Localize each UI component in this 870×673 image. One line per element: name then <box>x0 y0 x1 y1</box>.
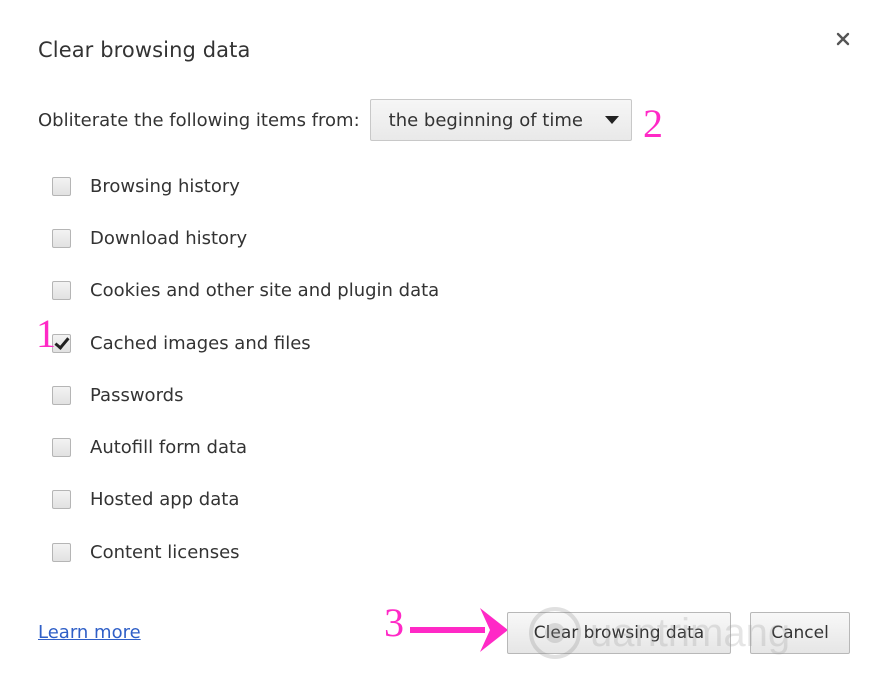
close-icon[interactable] <box>830 26 856 52</box>
chevron-down-icon <box>604 116 619 124</box>
data-type-checklist: Browsing history Download history Cookie… <box>52 160 439 578</box>
checkbox-row-hosted-app-data[interactable]: Hosted app data <box>52 474 439 526</box>
arrow-right-icon <box>400 600 510 664</box>
checkbox-hosted-app-data[interactable] <box>52 490 71 510</box>
checkbox-row-cookies[interactable]: Cookies and other site and plugin data <box>52 265 439 317</box>
time-range-label: Obliterate the following items from: <box>38 109 360 131</box>
clear-browsing-data-button[interactable]: Clear browsing data <box>507 612 731 654</box>
checkbox-row-download-history[interactable]: Download history <box>52 212 439 264</box>
checkbox-autofill[interactable] <box>52 438 71 458</box>
annotation-step-1: 1 <box>36 311 56 356</box>
checkbox-row-passwords[interactable]: Passwords <box>52 369 439 421</box>
clear-browsing-data-dialog: Clear browsing data Obliterate the follo… <box>0 0 870 673</box>
checkbox-download-history[interactable] <box>52 228 71 248</box>
checkbox-row-browsing-history[interactable]: Browsing history <box>52 160 439 212</box>
checkbox-label: Autofill form data <box>90 437 248 459</box>
checkbox-row-cached-images[interactable]: Cached images and files <box>52 317 439 369</box>
dialog-title: Clear browsing data <box>38 38 251 62</box>
learn-more-link[interactable]: Learn more <box>38 622 141 643</box>
time-range-row: Obliterate the following items from: the… <box>38 98 632 142</box>
checkbox-label: Content licenses <box>90 541 240 563</box>
checkbox-label: Cached images and files <box>90 332 311 354</box>
checkbox-row-content-licenses[interactable]: Content licenses <box>52 526 439 578</box>
checkbox-row-autofill[interactable]: Autofill form data <box>52 421 439 473</box>
checkbox-cookies[interactable] <box>52 281 71 301</box>
checkbox-content-licenses[interactable] <box>52 542 71 562</box>
checkbox-label: Passwords <box>90 384 184 406</box>
checkbox-label: Browsing history <box>90 175 240 197</box>
time-range-select[interactable]: the beginning of time <box>369 99 632 141</box>
cancel-button[interactable]: Cancel <box>750 612 850 654</box>
checkbox-passwords[interactable] <box>52 385 71 405</box>
checkbox-label: Download history <box>90 227 248 249</box>
checkbox-label: Hosted app data <box>90 489 240 511</box>
checkbox-browsing-history[interactable] <box>52 176 71 196</box>
checkbox-label: Cookies and other site and plugin data <box>90 280 440 302</box>
annotation-step-2: 2 <box>643 101 663 146</box>
time-range-value: the beginning of time <box>388 109 583 131</box>
